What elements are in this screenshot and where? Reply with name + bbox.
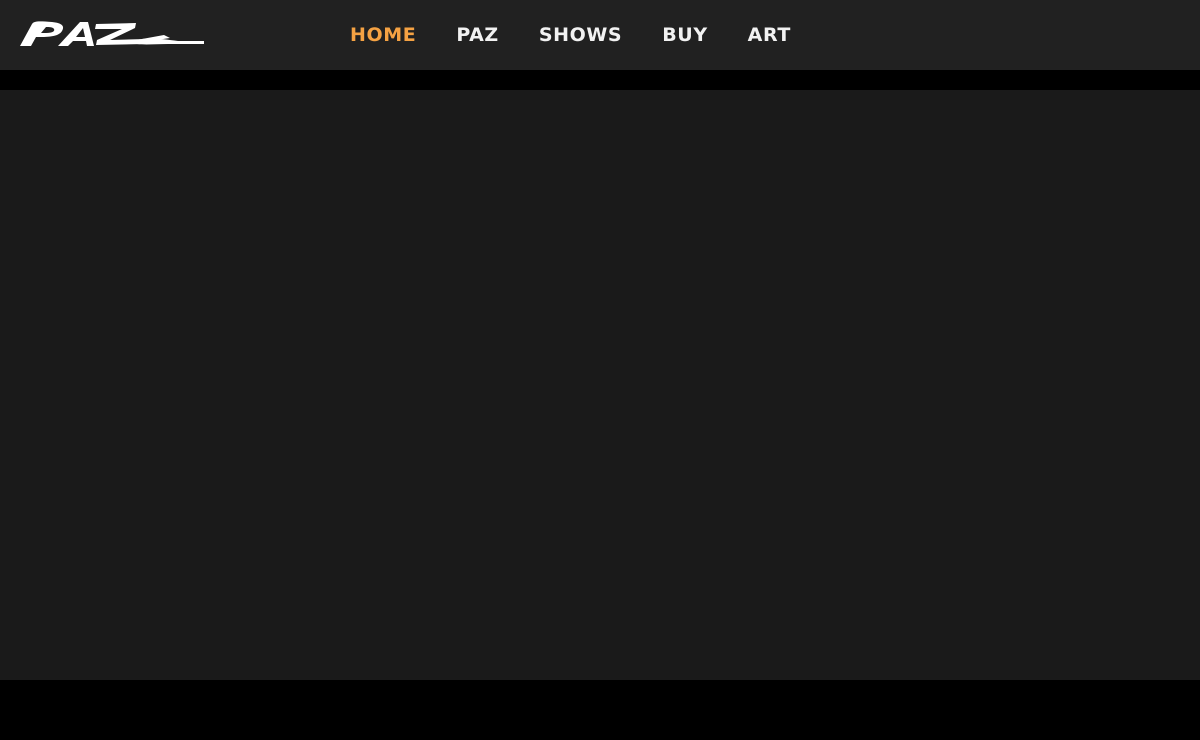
page-footer (0, 680, 1200, 740)
nav-item-buy[interactable]: BUY (662, 0, 707, 70)
page: HOME PAZ SHOWS BUY ART (0, 0, 1200, 740)
main-nav: HOME PAZ SHOWS BUY ART (350, 0, 791, 70)
nav-item-paz[interactable]: PAZ (456, 0, 498, 70)
nav-item-home[interactable]: HOME (350, 0, 416, 70)
header-divider (0, 70, 1200, 90)
nav-item-art[interactable]: ART (748, 0, 791, 70)
paz-brush-logo-icon (20, 21, 204, 46)
hero-area (0, 90, 1200, 680)
nav-item-shows[interactable]: SHOWS (539, 0, 622, 70)
site-header: HOME PAZ SHOWS BUY ART (0, 0, 1200, 70)
